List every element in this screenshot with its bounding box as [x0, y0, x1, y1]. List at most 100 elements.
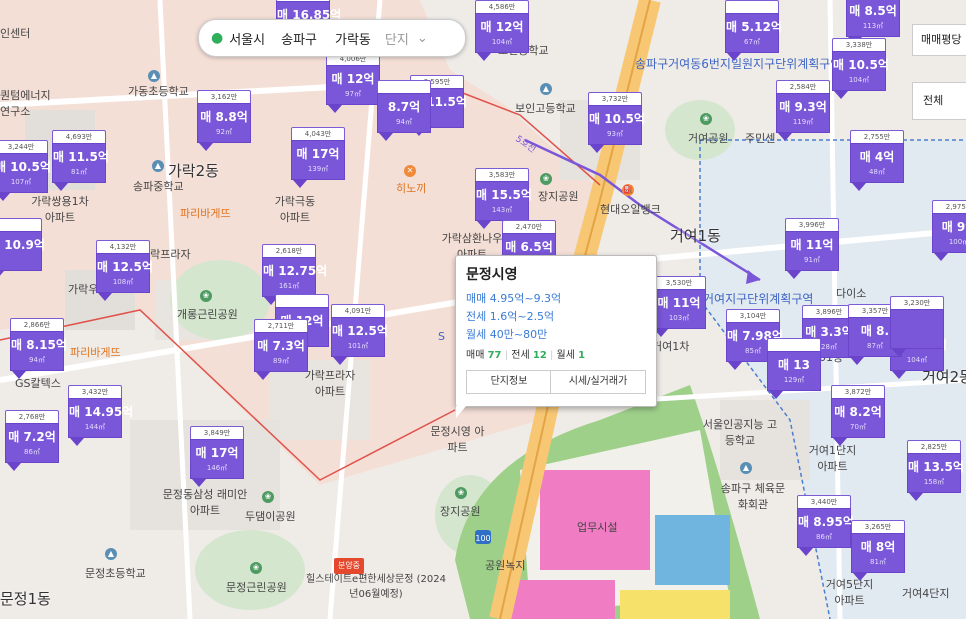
pin-pointer [853, 573, 867, 581]
pin-body: 매 8.8억 92㎡ [197, 103, 251, 143]
pin-price [891, 310, 943, 313]
price-pin[interactable]: 2,866만 매 8.15억 94㎡ [10, 318, 67, 380]
price-pin[interactable]: 3,440만 매 8.95억 86㎡ [797, 495, 854, 557]
price-per-area-select[interactable]: 매매평당 [912, 24, 966, 56]
pin-area: 97㎡ [345, 90, 361, 98]
pin-unit-price: 2,470만 [502, 220, 556, 233]
pin-area: 103㎡ [668, 314, 690, 322]
map-label: 인센터 [0, 27, 31, 40]
pin-pointer [379, 133, 393, 141]
price-pin[interactable]: 매 10.9억 [0, 218, 45, 280]
map-label: 거여1차 [652, 340, 690, 353]
map-label: 장지공원 [440, 505, 481, 518]
price-pin[interactable]: 3,265만 매 8억 81㎡ [851, 520, 905, 582]
map-label: 업무시설 [577, 521, 618, 534]
map-label: 힐스테이트e편한세상문정 (2024년06월예정) [306, 574, 446, 600]
price-pin[interactable]: 2,584만 매 9.3억 119㎡ [776, 80, 830, 142]
pin-area: 107㎡ [10, 178, 32, 186]
pin-body: 매 11억 103㎡ [652, 289, 706, 329]
pin-body: 매 8.5억 113㎡ [846, 0, 900, 37]
pin-unit-price: 4,132만 [96, 240, 150, 253]
pin-body: 매 12억 104㎡ [475, 13, 529, 53]
pin-price: 매 8.15억 [11, 338, 67, 352]
pin-body: 매 5.12억 67㎡ [725, 13, 782, 53]
price-pin[interactable]: 3,849만 매 17억 146㎡ [190, 426, 244, 488]
filter-all-select[interactable]: 전체 [912, 82, 966, 120]
price-pin[interactable]: 2,755만 매 4억 48㎡ [850, 130, 904, 192]
price-pin[interactable]: 3,230만 [890, 296, 944, 358]
park-icon: ❀ [455, 487, 467, 499]
price-pin[interactable]: 2,711만 매 7.3억 89㎡ [254, 319, 308, 381]
pin-unit-price: 2,975만 [932, 200, 966, 213]
complex-popup[interactable]: 문정시영 매매 4.95억~9.3억 전세 1.6억~2.5억 월세 40만~8… [455, 255, 657, 418]
breadcrumb-tab[interactable]: 단지 [385, 29, 409, 48]
map-label: 히노끼 [396, 182, 427, 195]
price-pin[interactable]: 2,768만 매 7.2억 86㎡ [5, 410, 59, 472]
pin-unit-price: 2,866만 [10, 318, 64, 331]
pin-area: 104㎡ [491, 38, 513, 46]
price-pin[interactable]: 3,432만 매 14.95억 144㎡ [68, 385, 133, 447]
pin-pointer [892, 371, 906, 379]
price-history-button[interactable]: 시세/실거래가 [550, 370, 646, 394]
price-pin[interactable]: 4,091만 매 12.5억 101㎡ [331, 304, 388, 366]
pin-area: 108㎡ [112, 278, 134, 286]
breadcrumb[interactable]: ● 서울시 송파구 가락동 단지 ⌄ [198, 19, 466, 57]
price-pin[interactable]: 4,006만 매 12억 97㎡ [326, 52, 380, 114]
pin-price: 매 9억 [941, 220, 966, 234]
price-pin[interactable]: 3,244만 매 10.5억 107㎡ [0, 140, 51, 202]
pin-area: 67㎡ [744, 38, 760, 46]
pin-price: 매 8.8억 [200, 110, 248, 124]
gas-station-icon: ⛽ [622, 184, 634, 196]
pin-unit-price: 3,732만 [588, 92, 642, 105]
popup-sale-range: 매매 4.95억~9.3억 [466, 292, 562, 305]
pin-price: 매 8억 [860, 540, 896, 554]
pin-body: 매 8.95억 86㎡ [797, 508, 854, 548]
price-pin[interactable]: 매 5.12억 67㎡ [725, 0, 782, 62]
price-pin[interactable]: 4,132만 매 12.5억 108㎡ [96, 240, 153, 302]
sale-count: 77 [487, 350, 502, 361]
pin-pointer [892, 349, 906, 357]
price-pin[interactable]: 4,693만 매 11.5억 81㎡ [52, 130, 109, 192]
price-pin[interactable]: 3,872만 매 8.2억 70㎡ [831, 385, 885, 447]
pin-body: 매 4억 48㎡ [850, 143, 904, 183]
price-pin[interactable]: 8.7억 94㎡ [377, 80, 431, 142]
breadcrumb-dong[interactable]: 가락동 [335, 29, 371, 48]
popup-title[interactable]: 문정시영 [466, 264, 518, 284]
price-pin[interactable]: 3,732만 매 10.5억 93㎡ [588, 92, 645, 154]
map-label: 문정초등학교 [85, 567, 146, 580]
pin-pointer [787, 271, 801, 279]
price-pin[interactable]: 매 13 129㎡ [767, 338, 821, 400]
jeonse-count-label: 전세 [511, 350, 530, 361]
pin-area: 70㎡ [850, 423, 866, 431]
pin-price: 매 9.3억 [779, 100, 827, 114]
complex-info-button[interactable]: 단지정보 [466, 370, 552, 394]
pin-price: 매 12억 [480, 20, 524, 34]
map-label: 거여공원 [688, 132, 729, 145]
chevron-down-icon[interactable]: ⌄ [417, 31, 428, 46]
pin-area: 146㎡ [206, 464, 228, 472]
pin-unit-price: 3,583만 [475, 168, 529, 181]
pin-unit-price: 2,825만 [907, 440, 961, 453]
price-pin[interactable]: 3,530만 매 11억 103㎡ [652, 276, 706, 338]
pin-price: 매 13 [778, 358, 810, 372]
pin-pointer [199, 143, 213, 151]
price-pin[interactable]: 3,996만 매 11억 91㎡ [785, 218, 839, 280]
breadcrumb-district[interactable]: 송파구 [281, 29, 317, 48]
map-canvas[interactable]: 100 가동초등학교 ▲ 송파중학교 ▲ 가락쌍용1차 아파트 가락극동 아파트… [0, 0, 966, 619]
pin-unit-price: 4,586만 [475, 0, 529, 13]
pin-body: 매 12.75억 161㎡ [262, 257, 327, 297]
price-pin[interactable]: 2,825만 매 13.5억 158㎡ [907, 440, 964, 502]
pin-pointer [477, 221, 491, 229]
price-pin[interactable]: 4,043만 매 17억 139㎡ [291, 127, 345, 189]
pin-area: 94㎡ [396, 118, 412, 126]
price-pin[interactable]: 4,586만매 12억 104㎡ [475, 0, 529, 62]
price-pin[interactable]: 3,338만 매 10.5억 104㎡ [832, 38, 889, 100]
breadcrumb-city[interactable]: 서울시 [229, 29, 265, 48]
popup-monthly-range: 월세 40만~80만 [466, 328, 548, 341]
pin-price: 8.7억 [387, 100, 421, 114]
price-pin[interactable]: 2,975만매 9억 100㎡ [932, 200, 966, 262]
map-label: 주민센 [745, 132, 776, 145]
pin-pointer [0, 193, 10, 201]
pin-pointer [909, 493, 923, 501]
price-pin[interactable]: 3,162만 매 8.8억 92㎡ [197, 90, 251, 152]
